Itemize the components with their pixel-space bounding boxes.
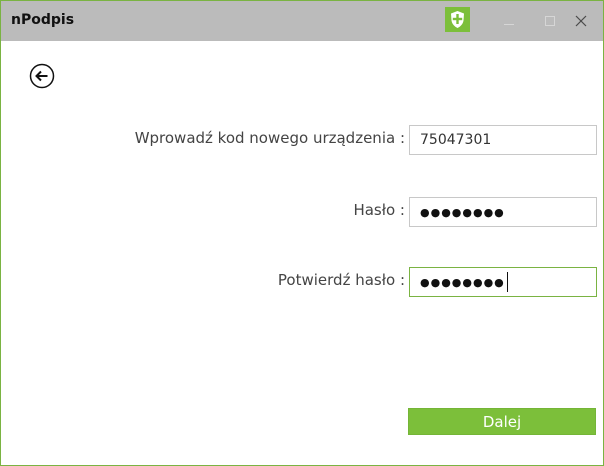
device-code-value: 75047301 [420, 132, 492, 148]
confirm-password-label: Potwierdź hasło : [277, 271, 405, 289]
confirm-password-input[interactable]: ●●●●●●●● [409, 267, 597, 297]
back-button[interactable] [29, 63, 55, 89]
password-value: ●●●●●●●● [420, 205, 505, 219]
close-button[interactable] [566, 7, 596, 35]
close-icon [575, 15, 587, 27]
password-input[interactable]: ●●●●●●●● [409, 197, 597, 227]
arrow-left-icon [29, 63, 55, 89]
text-caret [506, 272, 508, 292]
maximize-icon [545, 16, 555, 26]
maximize-button[interactable] [535, 7, 565, 35]
next-button[interactable]: Dalej [408, 408, 596, 435]
title-bar: nPodpis [1, 1, 603, 41]
device-code-input[interactable]: 75047301 [409, 125, 597, 155]
app-window: nPodpis Wprowadź kod nowego urządzenia:… [0, 0, 604, 466]
shield-icon [445, 7, 470, 32]
minimize-button[interactable] [494, 7, 524, 35]
device-code-label: Wprowadź kod nowego urządzenia : [134, 129, 405, 147]
app-title: nPodpis [11, 12, 75, 28]
confirm-password-value: ●●●●●●●● [420, 275, 505, 289]
password-label: Hasło : [353, 201, 405, 219]
minimize-icon [504, 23, 514, 25]
